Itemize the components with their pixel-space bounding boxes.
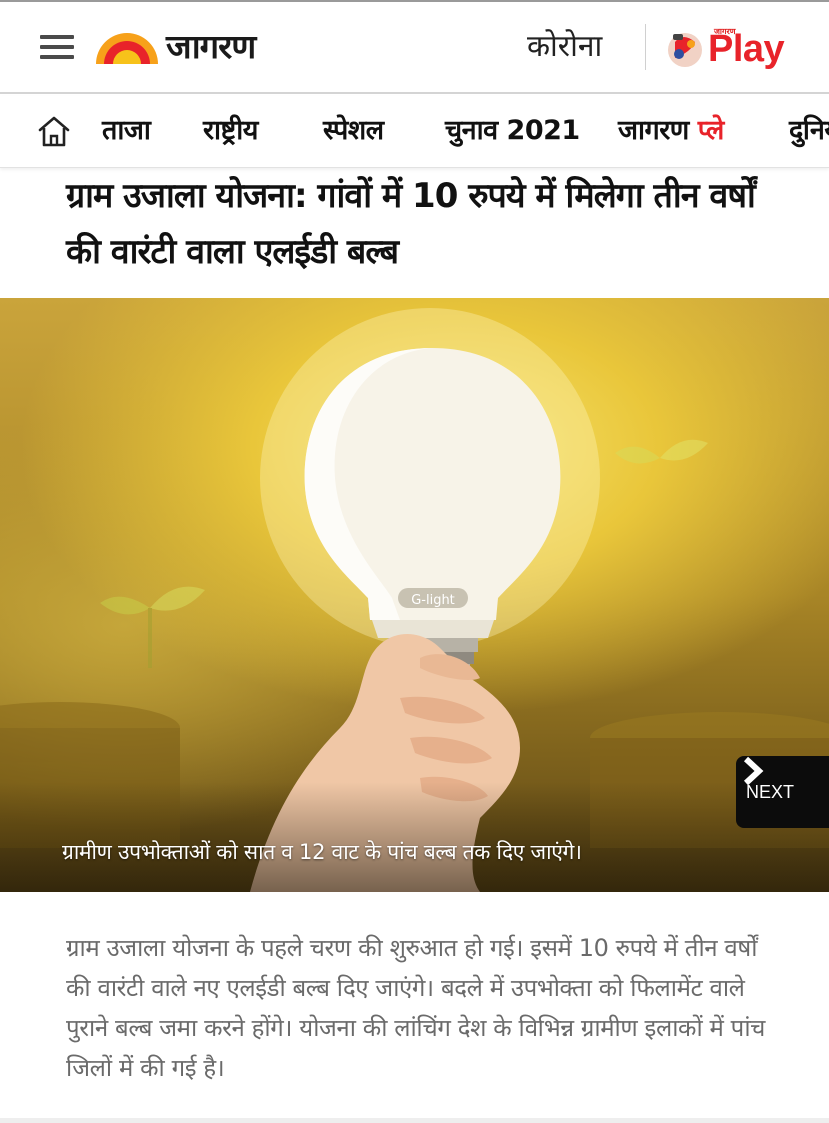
- logo-sun-icon: [96, 33, 158, 64]
- jagran-logo[interactable]: जागरण: [94, 26, 256, 66]
- bottom-divider: [0, 1118, 829, 1123]
- corona-link[interactable]: कोरोना: [527, 24, 602, 65]
- nav-item-rashtriya[interactable]: राष्ट्रीय: [203, 110, 258, 147]
- nav-item-chunav-2021[interactable]: चुनाव 2021: [445, 110, 580, 147]
- bulb-brand-label: G-light: [411, 593, 455, 608]
- play-logo-text: Play: [708, 28, 785, 70]
- nav-item-jagran-play-accent: प्ले: [697, 115, 725, 146]
- logo-text: जागरण: [166, 27, 256, 66]
- category-nav: ताजा राष्ट्रीय स्पेशल चुनाव 2021 जागरण प…: [0, 96, 829, 168]
- nav-item-jagran-play[interactable]: जागरण प्ले: [618, 110, 724, 147]
- article-headline: ग्राम उजाला योजना: गांवों में 10 रुपये म…: [66, 176, 756, 272]
- article-body: ग्राम उजाला योजना के पहले चरण की शुरुआत …: [66, 934, 765, 1082]
- article-hero-image: G-light ग्रामीण उपभोक्ताओं को सात व 12 व…: [0, 298, 829, 892]
- caption-gradient: [0, 782, 829, 892]
- nav-item-taza[interactable]: ताजा: [102, 110, 151, 147]
- home-icon[interactable]: [36, 114, 72, 148]
- nav-item-duniya[interactable]: दुनिया: [789, 110, 829, 147]
- chevron-right-icon: [743, 756, 764, 786]
- header-divider: [645, 24, 646, 70]
- nav-item-special[interactable]: स्पेशल: [323, 110, 384, 147]
- hamburger-menu-icon[interactable]: [40, 35, 74, 61]
- image-caption: ग्रामीण उपभोक्ताओं को सात व 12 वाट के पा…: [62, 840, 582, 864]
- next-button[interactable]: NEXT: [736, 756, 829, 828]
- top-header: जागरण कोरोना जागरण Play: [0, 0, 829, 94]
- nav-item-jagran-play-main: जागरण: [618, 115, 689, 146]
